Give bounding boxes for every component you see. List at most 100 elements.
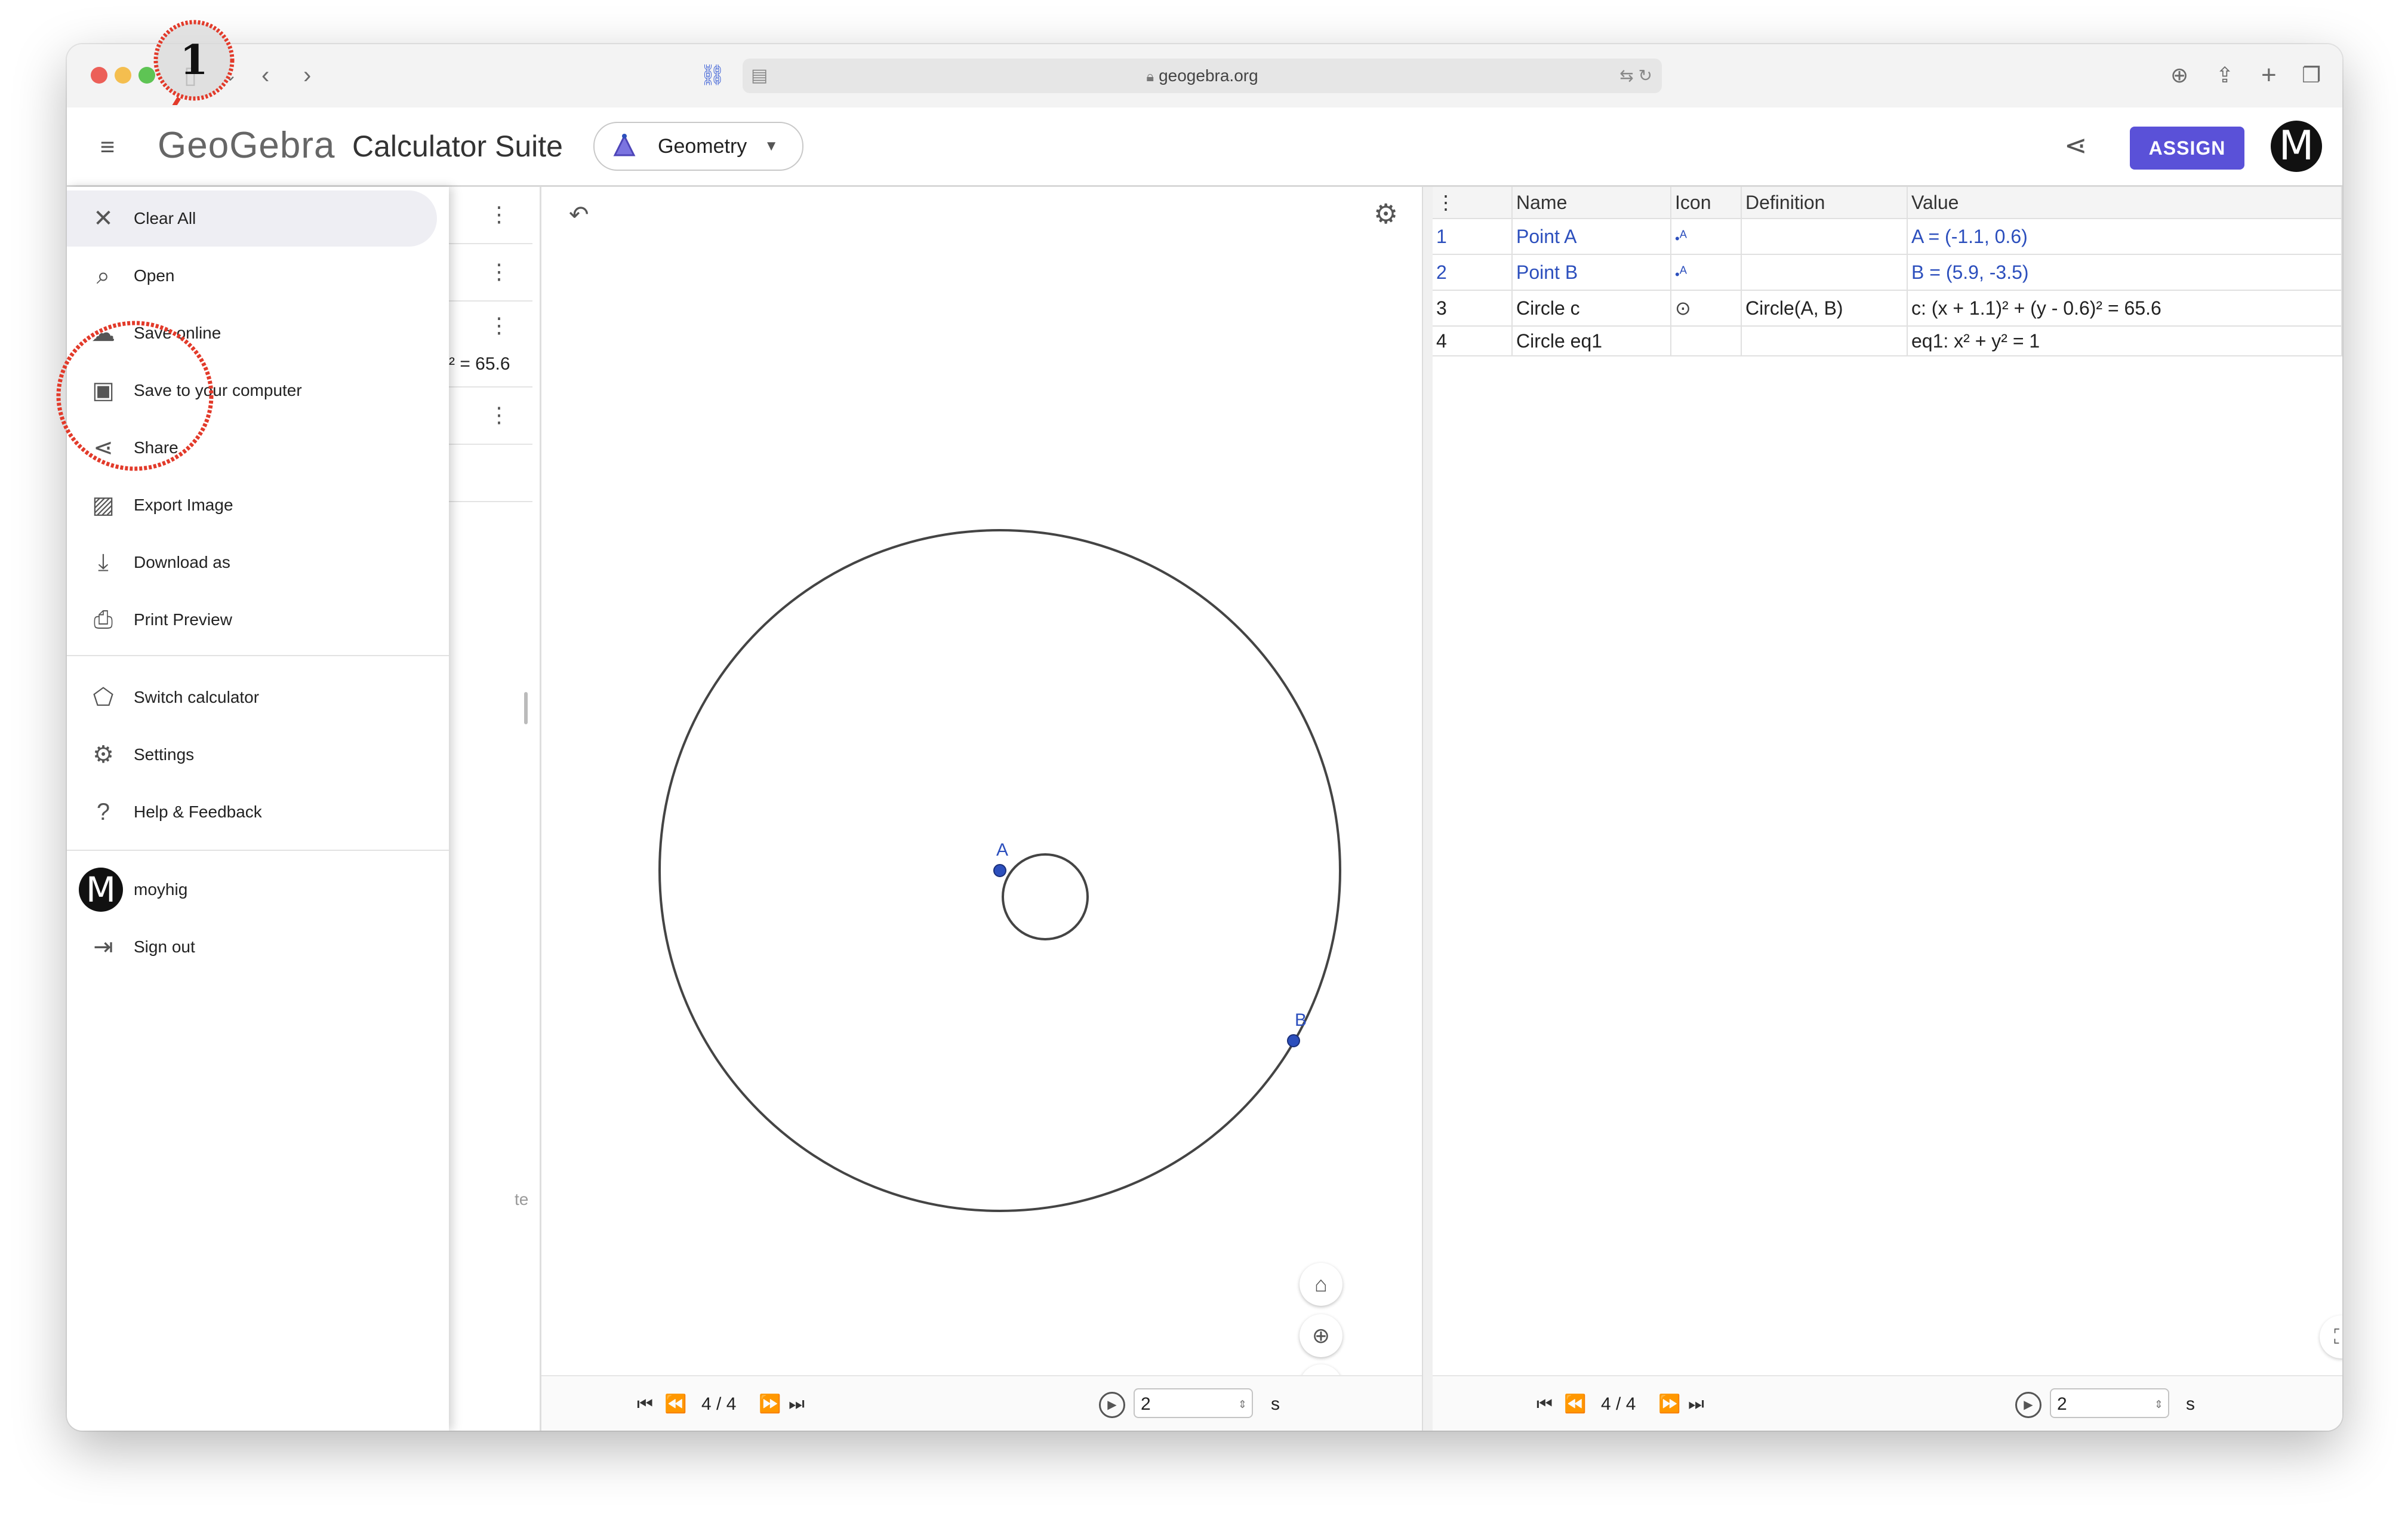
- algebra-row[interactable]: ⋮: [449, 388, 532, 445]
- speed-value: 2: [2057, 1394, 2067, 1414]
- share-page-icon[interactable]: ⇪: [2216, 57, 2234, 93]
- menu-item-label: Export Image: [134, 496, 233, 514]
- minimize-window-button[interactable]: [115, 67, 131, 84]
- switch-calculator-icon: ⬠: [93, 684, 114, 711]
- downloads-icon[interactable]: ⊕: [2170, 57, 2188, 93]
- user-avatar: M: [79, 868, 123, 912]
- column-menu-icon[interactable]: ⋮: [1433, 187, 1513, 219]
- more-options-icon[interactable]: ⋮: [488, 313, 510, 337]
- menu-item-label: Sign out: [134, 937, 195, 956]
- last-step-icon[interactable]: ⏭: [1688, 1376, 1704, 1431]
- menu-item-open[interactable]: ⌕ Open: [67, 248, 437, 304]
- user-name: moyhig: [134, 880, 188, 899]
- row-number: 1: [1433, 219, 1513, 255]
- close-window-button[interactable]: [91, 67, 107, 84]
- menu-item-download-as[interactable]: ⤓ Download as: [67, 534, 437, 591]
- menu-item-sign-out[interactable]: ⇥ Sign out: [67, 919, 437, 975]
- menu-divider: [67, 850, 449, 851]
- menu-item-user[interactable]: M moyhig: [67, 862, 437, 918]
- new-tab-icon[interactable]: +: [2261, 57, 2277, 93]
- graphics-view[interactable]: ↶ ⚙ A B ⌂ ⊕ ⊖ ⏮ ⏪ 4 / 4 ⏩ ⏭ ▶ 2⇕ s: [541, 187, 1422, 1431]
- menu-item-label: Print Preview: [134, 610, 232, 629]
- previous-step-icon[interactable]: ⏪: [1564, 1376, 1586, 1431]
- next-step-icon[interactable]: ⏩: [1658, 1376, 1680, 1431]
- column-header-value[interactable]: Value: [1907, 187, 2342, 219]
- next-step-icon[interactable]: ⏩: [759, 1376, 781, 1431]
- first-step-icon[interactable]: ⏮: [1536, 1376, 1553, 1431]
- tab-overview-icon[interactable]: ❐: [2302, 57, 2321, 93]
- algebra-view: ⋮ ⋮ ⋮ ² = 65.6 ⋮ te: [449, 187, 541, 1431]
- more-options-icon[interactable]: ⋮: [488, 260, 510, 284]
- algebra-row[interactable]: ⋮: [449, 187, 532, 244]
- stepper-arrows-icon[interactable]: ⇕: [1238, 1389, 1247, 1419]
- zoom-in-icon[interactable]: ⊕: [1300, 1314, 1342, 1357]
- stepper-arrows-icon[interactable]: ⇕: [2154, 1389, 2163, 1419]
- circle-icon: ⊙: [1671, 290, 1742, 327]
- sign-out-icon: ⇥: [93, 934, 113, 960]
- play-icon[interactable]: ▶: [2015, 1392, 2041, 1418]
- hamburger-menu-icon[interactable]: ≡: [91, 130, 124, 164]
- more-options-icon[interactable]: ⋮: [488, 202, 510, 226]
- point-b-label: B: [1295, 1010, 1307, 1030]
- more-options-icon[interactable]: ⋮: [488, 403, 510, 427]
- column-header-name[interactable]: Name: [1512, 187, 1671, 219]
- help-icon: ?: [96, 799, 110, 825]
- menu-item-clear-all[interactable]: ✕ Clear All: [67, 190, 437, 247]
- protocol-playback-bar: ⏮ ⏪ 4 / 4 ⏩ ⏭ ▶ 2 ⇕ s: [1433, 1375, 2342, 1431]
- algebra-input-row[interactable]: [449, 445, 532, 502]
- reload-icon[interactable]: ⇆ ↻: [1619, 59, 1652, 93]
- row-name: Point A: [1512, 219, 1671, 255]
- row-name: Circle eq1: [1512, 326, 1671, 356]
- geometry-icon: [613, 134, 636, 156]
- protocol-row[interactable]: 3 Circle c ⊙ Circle(A, B) c: (x + 1.1)² …: [1433, 290, 2342, 327]
- menu-item-settings[interactable]: ⚙ Settings: [67, 727, 437, 783]
- circle-eq1[interactable]: [1002, 853, 1089, 940]
- last-step-icon[interactable]: ⏭: [789, 1376, 805, 1431]
- speed-input[interactable]: 2 ⇕: [1134, 1388, 1253, 1418]
- algebra-footer-text: te: [515, 1190, 529, 1209]
- algebra-row[interactable]: ⋮: [449, 244, 532, 302]
- point-icon: •A: [1671, 219, 1742, 255]
- point-a-label: A: [996, 840, 1008, 860]
- row-definition: Circle(A, B): [1741, 290, 1908, 327]
- resize-handle[interactable]: [524, 692, 528, 724]
- protocol-row[interactable]: 2 Point B •A B = (5.9, -3.5): [1433, 254, 2342, 291]
- app-header: ≡ GeoGebra Calculator Suite Geometry ▼ ⋖…: [67, 107, 2342, 187]
- algebra-row[interactable]: ⋮ ² = 65.6: [449, 302, 532, 388]
- point-a[interactable]: [993, 864, 1006, 877]
- fullscreen-icon[interactable]: ⛶: [2320, 1315, 2342, 1358]
- assign-button[interactable]: ASSIGN: [2130, 127, 2244, 170]
- menu-item-help-feedback[interactable]: ? Help & Feedback: [67, 784, 437, 840]
- column-header-icon[interactable]: Icon: [1671, 187, 1742, 219]
- row-number: 4: [1433, 326, 1513, 356]
- protocol-row[interactable]: 4 Circle eq1 eq1: x² + y² = 1: [1433, 326, 2342, 356]
- menu-item-switch-calculator[interactable]: ⬠ Switch calculator: [67, 669, 437, 725]
- first-step-icon[interactable]: ⏮: [637, 1376, 653, 1431]
- play-icon[interactable]: ▶: [1099, 1392, 1125, 1418]
- row-definition: [1741, 219, 1908, 255]
- app-selector-dropdown[interactable]: Geometry ▼: [593, 122, 803, 171]
- column-header-definition[interactable]: Definition: [1741, 187, 1908, 219]
- row-icon: [1671, 326, 1742, 356]
- back-arrow-icon[interactable]: ‹: [261, 57, 269, 93]
- home-icon[interactable]: ⌂: [1300, 1263, 1342, 1306]
- menu-item-export-image[interactable]: ▨ Export Image: [67, 477, 437, 533]
- point-icon: •A: [1671, 254, 1742, 291]
- step-counter: 4 / 4: [1601, 1394, 1636, 1414]
- speed-input[interactable]: 2 ⇕: [2050, 1388, 2169, 1418]
- address-bar[interactable]: ▤ 🔒︎ geogebra.org ⇆ ↻: [743, 59, 1662, 93]
- point-b[interactable]: [1287, 1034, 1300, 1047]
- menu-item-print-preview[interactable]: ⎙ Print Preview: [67, 592, 437, 648]
- geometry-canvas[interactable]: A B: [541, 187, 1422, 1375]
- step-badge-annotation: 1: [153, 20, 235, 105]
- geogebra-logo[interactable]: GeoGebra: [158, 122, 335, 170]
- forward-arrow-icon[interactable]: ›: [303, 57, 311, 93]
- suite-title: Calculator Suite: [352, 130, 563, 163]
- protocol-row[interactable]: 1 Point A •A A = (-1.1, 0.6): [1433, 219, 2342, 255]
- user-avatar[interactable]: M: [2271, 121, 2322, 172]
- page-settings-icon[interactable]: ▤: [751, 59, 768, 93]
- link-icon[interactable]: ⛓: [700, 57, 725, 93]
- step-badge-number: 1: [180, 36, 208, 84]
- share-icon[interactable]: ⋖: [2064, 129, 2087, 161]
- previous-step-icon[interactable]: ⏪: [664, 1376, 686, 1431]
